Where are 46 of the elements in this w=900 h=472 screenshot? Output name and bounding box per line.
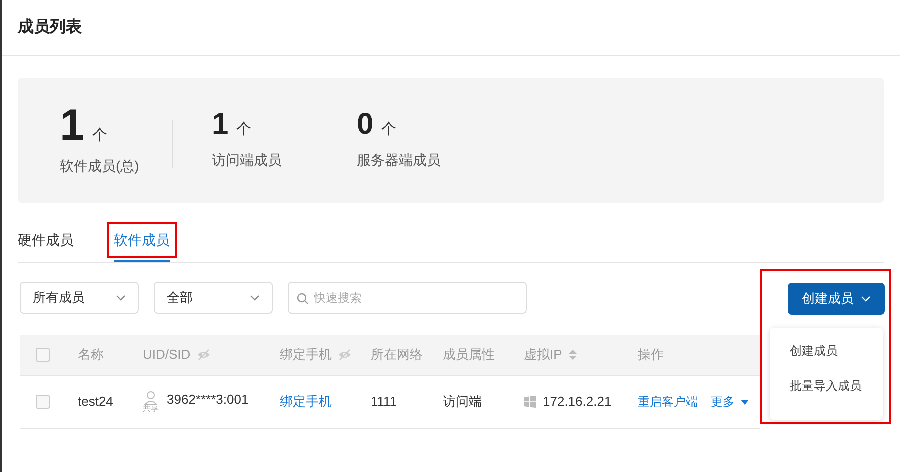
page-title: 成员列表 [18, 18, 82, 38]
eye-slash-icon [338, 349, 352, 361]
tab[interactable]: 硬件成员 [18, 230, 74, 262]
restart-client-link[interactable]: 重启客户端 [638, 393, 698, 411]
stat-label: 服务器端成员 [357, 150, 442, 170]
stat-unit: 个 [236, 120, 252, 140]
chevron-down-icon [250, 295, 260, 301]
eye-slash-icon [196, 349, 211, 361]
table-cell: test24 [78, 394, 114, 409]
search-field[interactable]: 快速搜索 [288, 282, 527, 314]
checkbox[interactable] [36, 348, 50, 362]
bind-phone-link[interactable]: 绑定手机 [280, 394, 332, 409]
windows-icon [524, 396, 536, 408]
tab[interactable]: 软件成员 [114, 230, 170, 262]
stat-unit: 个 [382, 120, 397, 140]
table-cell: 1111 [371, 394, 398, 409]
share-label: 共享 [143, 405, 159, 413]
column-header: 名称 [78, 346, 104, 364]
column-header: UID/SID [143, 346, 191, 364]
stat-value: 1 [60, 104, 84, 148]
search-icon [297, 293, 308, 304]
filter-dropdown[interactable]: 所有成员 [20, 282, 139, 314]
table-cell-text: 3962****3:001 [167, 391, 249, 410]
checkbox[interactable] [36, 395, 50, 409]
chevron-down-icon [116, 295, 126, 301]
stat-value: 0 [357, 110, 374, 140]
table-cell: 访问端 [443, 394, 482, 409]
table-cell-text: 172.16.2.21 [543, 393, 612, 412]
stat-value: 1 [212, 110, 229, 140]
chevron-down-icon [861, 296, 871, 302]
more-link[interactable]: 更多 [711, 393, 749, 411]
column-header: 操作 [638, 346, 664, 364]
create-member-button[interactable]: 创建成员 [788, 283, 885, 315]
menu-item[interactable]: 批量导入成员 [770, 377, 883, 395]
column-header: 所在网络 [371, 346, 423, 364]
stat-label: 软件成员(总) [60, 157, 140, 176]
column-header: 绑定手机 [280, 346, 332, 364]
user-icon [144, 391, 158, 405]
stat-unit: 个 [92, 126, 108, 146]
caret-down-icon [741, 400, 749, 404]
stat-label: 访问端成员 [212, 150, 283, 170]
column-header: 成员属性 [443, 346, 495, 364]
sort-icon [568, 349, 578, 361]
menu-item[interactable]: 创建成员 [770, 342, 883, 360]
column-header: 虚拟IP [524, 346, 562, 364]
filter-dropdown[interactable]: 全部 [154, 282, 273, 314]
